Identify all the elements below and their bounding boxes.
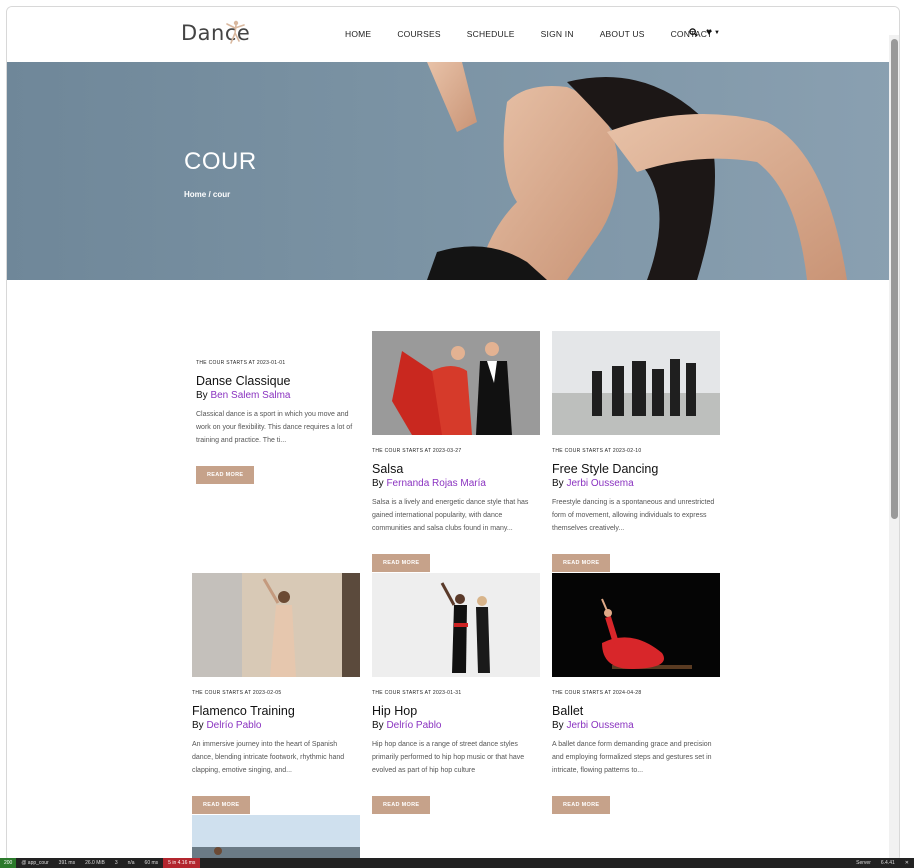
instructor-link[interactable]: Delrío Pablo: [206, 720, 261, 731]
db-time[interactable]: 60 ms: [140, 860, 164, 866]
read-more-button[interactable]: READ MORE: [372, 554, 431, 572]
course-title[interactable]: Salsa: [372, 462, 540, 476]
course-description: Classical dance is a sport in which you …: [196, 411, 353, 444]
instructor-link[interactable]: Delrío Pablo: [386, 720, 441, 731]
read-more-button[interactable]: READ MORE: [552, 796, 611, 814]
course-date: THE COUR STARTS AT 2023-02-05: [192, 690, 282, 696]
read-more-button[interactable]: READ MORE: [192, 796, 251, 814]
site-header: Dance HOME COURSES SCHEDULE SIGN IN ABOU…: [7, 7, 899, 62]
nav-courses[interactable]: COURSES: [397, 29, 440, 39]
course-instructor: By Fernanda Rojas María: [372, 478, 486, 489]
status-code[interactable]: 200: [0, 858, 17, 868]
memory-usage[interactable]: 26.0 MiB: [80, 860, 110, 866]
page-hero: COUR Home / cour: [7, 62, 899, 280]
errors-badge[interactable]: 5 in 4.16 ms: [163, 858, 201, 868]
instructor-link[interactable]: Fernanda Rojas María: [386, 478, 486, 489]
course-description: Freestyle dancing is a spontaneous and u…: [552, 499, 715, 532]
course-date: THE COUR STARTS AT 2023-02-10: [552, 448, 642, 454]
course-card: THE COUR STARTS AT 2023-02-10 Free Style…: [552, 331, 720, 572]
heart-icon[interactable]: ♥: [706, 27, 712, 38]
instructor-link[interactable]: Ben Salem Salma: [210, 390, 290, 401]
course-title[interactable]: Danse Classique: [196, 374, 364, 388]
course-title[interactable]: Hip Hop: [372, 704, 540, 718]
nav-about-us[interactable]: ABOUT US: [600, 29, 645, 39]
nav-schedule[interactable]: SCHEDULE: [467, 29, 515, 39]
course-instructor: By Delrío Pablo: [192, 720, 262, 731]
course-description: A ballet dance form demanding grace and …: [552, 741, 712, 774]
course-card: THE COUR STARTS AT 2023-01-31 Hip Hop By…: [372, 573, 540, 814]
vertical-scrollbar[interactable]: [889, 35, 899, 861]
debug-toolbar: 200 @ app_cour 391 ms 26.0 MiB 3 n/a 60 …: [0, 858, 914, 868]
forms-count[interactable]: 3: [110, 860, 123, 866]
server-label[interactable]: Server: [851, 860, 876, 866]
salsa-couple-image[interactable]: [372, 331, 540, 435]
dancer-logo-icon: [226, 20, 245, 44]
scrollbar-thumb[interactable]: [891, 39, 898, 519]
course-date: THE COUR STARTS AT 2023-01-31: [372, 690, 462, 696]
course-date: THE COUR STARTS AT 2023-03-27: [372, 448, 462, 454]
course-instructor: By Delrío Pablo: [372, 720, 442, 731]
request-time[interactable]: 391 ms: [54, 860, 80, 866]
course-date: THE COUR STARTS AT 2024-04-28: [552, 690, 642, 696]
nav-home[interactable]: HOME: [345, 29, 371, 39]
hero-dancer-image: [427, 62, 847, 280]
course-card: THE COUR STARTS AT 2023-02-05 Flamenco T…: [192, 573, 360, 814]
read-more-button[interactable]: READ MORE: [196, 466, 255, 484]
breadcrumb[interactable]: Home / cour: [184, 190, 230, 199]
flamenco-dancer-image[interactable]: [192, 573, 360, 677]
route-name[interactable]: @ app_cour: [16, 860, 53, 866]
course-description: An immersive journey into the heart of S…: [192, 741, 345, 774]
course-card: THE COUR STARTS AT 2023-03-27 Salsa By F…: [372, 331, 540, 572]
course-title[interactable]: Free Style Dancing: [552, 462, 720, 476]
course-date: THE COUR STARTS AT 2023-01-01: [196, 360, 286, 366]
course-instructor: By Jerbi Oussema: [552, 478, 634, 489]
course-description: Salsa is a lively and energetic dance st…: [372, 499, 529, 532]
page-title: COUR: [184, 148, 257, 175]
course-card: THE COUR STARTS AT 2023-01-01 Danse Clas…: [196, 360, 364, 484]
user-status[interactable]: n/a: [123, 860, 140, 866]
instructor-link[interactable]: Jerbi Oussema: [566, 720, 633, 731]
read-more-button[interactable]: READ MORE: [372, 796, 431, 814]
next-course-image[interactable]: [192, 815, 360, 859]
nav-icons: ♥ ▼: [689, 27, 720, 38]
browser-page: Dance HOME COURSES SCHEDULE SIGN IN ABOU…: [6, 6, 900, 862]
search-icon[interactable]: [689, 28, 698, 37]
symfony-version[interactable]: 6.4.41: [876, 860, 900, 866]
course-description: Hip hop dance is a range of street dance…: [372, 741, 525, 774]
caret-down-icon[interactable]: ▼: [714, 30, 720, 36]
nav-sign-in[interactable]: SIGN IN: [541, 29, 574, 39]
hiphop-duo-image[interactable]: [372, 573, 540, 677]
freestyle-group-image[interactable]: [552, 331, 720, 435]
read-more-button[interactable]: READ MORE: [552, 554, 611, 572]
course-title[interactable]: Flamenco Training: [192, 704, 360, 718]
course-instructor: By Ben Salem Salma: [196, 390, 291, 401]
course-card: THE COUR STARTS AT 2024-04-28 Ballet By …: [552, 573, 720, 814]
close-icon[interactable]: ✕: [900, 860, 914, 866]
course-title[interactable]: Ballet: [552, 704, 720, 718]
ballet-red-dress-image[interactable]: [552, 573, 720, 677]
instructor-link[interactable]: Jerbi Oussema: [566, 478, 633, 489]
main-nav: HOME COURSES SCHEDULE SIGN IN ABOUT US C…: [345, 29, 738, 39]
course-instructor: By Jerbi Oussema: [552, 720, 634, 731]
debug-right: Server 6.4.41 ✕: [851, 860, 914, 866]
